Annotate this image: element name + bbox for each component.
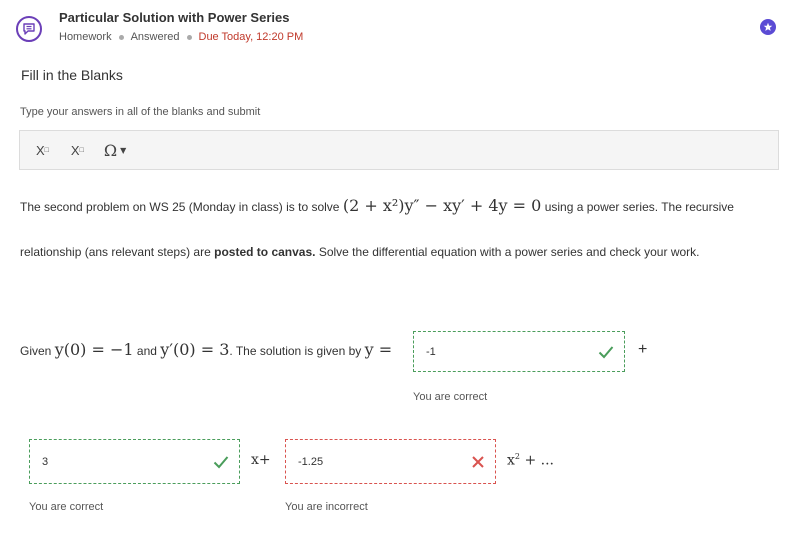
plus-sign: + (638, 341, 648, 358)
answer-input-1[interactable]: -1 (413, 331, 625, 372)
due-date: Due Today, 12:20 PM (198, 31, 304, 43)
problem-text: The second problem on WS 25 (Monday in c… (20, 200, 340, 214)
answer-input-2[interactable]: 3 (29, 439, 240, 484)
answer-value: 3 (42, 455, 49, 468)
initial-condition-1: y(0) = −1 (54, 340, 134, 359)
superscript-marker: □ (79, 146, 84, 154)
separator-dot (118, 34, 124, 40)
answer-3-feedback: You are incorrect (285, 501, 368, 513)
given-label: Given (20, 344, 52, 358)
solution-intro: . The solution is given by (229, 344, 362, 358)
assignment-meta: Homework Answered Due Today, 12:20 PM (59, 31, 303, 43)
x-term: x+ (251, 452, 271, 468)
check-icon (213, 455, 229, 468)
answer-input-3[interactable]: -1.25 (285, 439, 496, 484)
instructions-text: Type your answers in all of the blanks a… (20, 106, 261, 118)
caret-down-icon: ▼ (120, 145, 127, 155)
subscript-marker: □ (44, 146, 49, 154)
star-icon (763, 22, 773, 31)
assignment-type-icon (16, 16, 42, 42)
assignment-status: Answered (130, 31, 180, 43)
check-icon (598, 345, 614, 358)
x-squared-exponent: 2 (514, 452, 520, 461)
series-tail: + ... (524, 452, 554, 469)
answer-1-feedback: You are correct (413, 391, 488, 403)
assignment-type: Homework (59, 31, 112, 43)
answer-value: -1 (426, 345, 436, 358)
answer-value: -1.25 (298, 455, 324, 468)
initial-conditions: Given y(0) = −1 and y′(0) = 3 . The solu… (20, 340, 392, 359)
problem-text: relationship (ans relevant steps) are (20, 245, 211, 259)
and-label: and (136, 344, 157, 358)
superscript-button[interactable]: X □ (71, 143, 84, 158)
initial-condition-2: y′(0) = 3 (160, 340, 230, 359)
omega-icon: Ω (103, 140, 118, 160)
canvas-reference: posted to canvas. (214, 245, 316, 259)
symbols-dropdown[interactable]: Ω ▼ (104, 141, 126, 160)
subscript-label: X (36, 142, 45, 158)
problem-line-1: The second problem on WS 25 (Monday in c… (20, 196, 734, 215)
problem-line-2: relationship (ans relevant steps) are po… (20, 245, 699, 259)
close-icon (472, 455, 484, 468)
superscript-label: X (70, 142, 80, 158)
x-squared-base: x (507, 452, 515, 469)
separator-dot (186, 34, 192, 40)
solution-lhs: y = (364, 340, 393, 359)
answer-2-feedback: You are correct (29, 501, 104, 513)
section-title: Fill in the Blanks (21, 67, 123, 83)
problem-text: Solve the differential equation with a p… (318, 245, 700, 259)
page-title: Particular Solution with Power Series (59, 10, 290, 25)
differential-equation: (2 + x²)y″ − xy′ + 4y = 0 (342, 196, 542, 215)
math-toolbar: X □ X □ Ω ▼ (19, 130, 779, 170)
problem-text: using a power series. The recursive (544, 200, 734, 214)
x-squared-term: x2 + ... (507, 452, 554, 469)
bookmark-button[interactable] (760, 19, 776, 35)
subscript-button[interactable]: X □ (36, 143, 49, 158)
